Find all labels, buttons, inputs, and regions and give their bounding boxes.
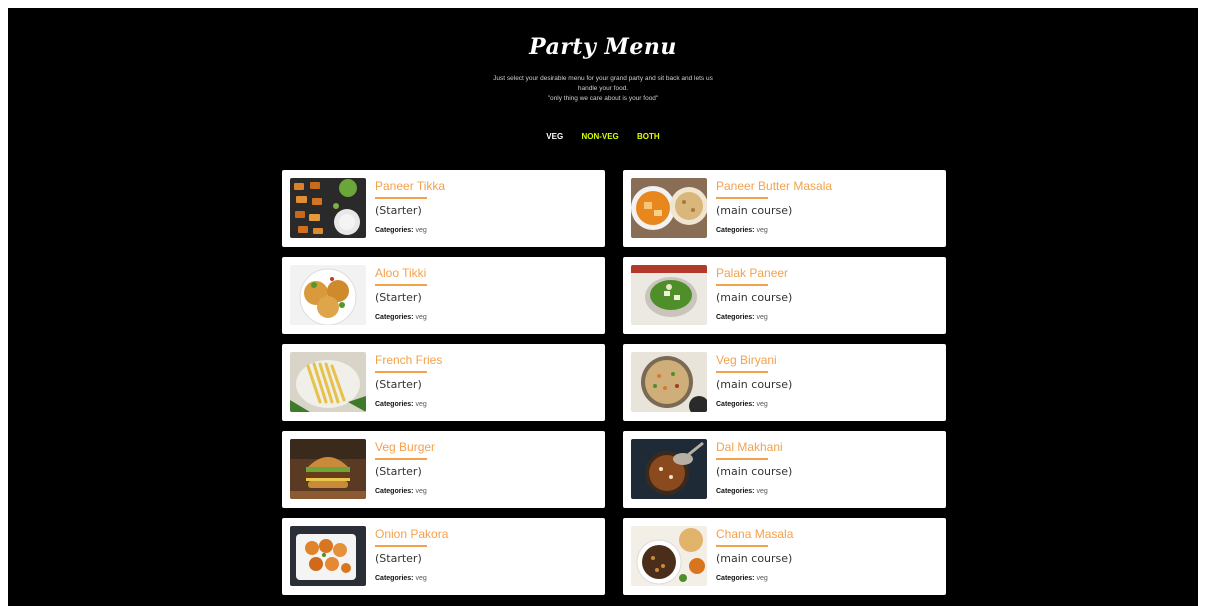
menu-card[interactable]: Chana Masala (main course) Categories: v… <box>623 518 946 595</box>
category-value: veg <box>756 401 768 408</box>
menu-card[interactable]: Dal Makhani (main course) Categories: ve… <box>623 431 946 508</box>
menu-card[interactable]: Paneer Butter Masala (main course) Categ… <box>623 170 946 247</box>
dish-course: (main course) <box>716 291 793 304</box>
page-frame: Party Menu Just select your desirable me… <box>8 8 1198 606</box>
category-value: veg <box>756 227 768 234</box>
category-value: veg <box>756 314 768 321</box>
dish-name-underline <box>716 458 768 460</box>
category-value: veg <box>415 488 427 495</box>
categories-label: Categories: <box>375 575 414 582</box>
palak-paneer-image <box>631 265 707 325</box>
menu-card[interactable]: Onion Pakora (Starter) Categories: veg <box>282 518 605 595</box>
dish-name-underline <box>375 458 427 460</box>
filter-veg[interactable]: VEG <box>546 132 563 141</box>
dish-categories: Categories: veg <box>375 575 427 582</box>
dish-name-underline <box>375 284 427 286</box>
dish-course: (main course) <box>716 204 793 217</box>
dish-name-underline <box>716 197 768 199</box>
dish-categories: Categories: veg <box>716 575 768 582</box>
menu-card[interactable]: Paneer Tikka (Starter) Categories: veg <box>282 170 605 247</box>
dish-name: Onion Pakora <box>375 527 449 541</box>
menu-card[interactable]: Palak Paneer (main course) Categories: v… <box>623 257 946 334</box>
dish-categories: Categories: veg <box>375 314 427 321</box>
dish-name: Veg Burger <box>375 440 436 454</box>
filter-both[interactable]: BOTH <box>637 132 660 141</box>
onion-pakora-image <box>290 526 366 586</box>
dish-name-underline <box>716 284 768 286</box>
menu-filter-tabs: VEG NON-VEG BOTH <box>8 132 1198 141</box>
categories-label: Categories: <box>716 575 755 582</box>
dal-makhani-image <box>631 439 707 499</box>
menu-card[interactable]: Veg Burger (Starter) Categories: veg <box>282 431 605 508</box>
dish-name: French Fries <box>375 353 443 367</box>
dish-categories: Categories: veg <box>716 227 768 234</box>
categories-label: Categories: <box>375 488 414 495</box>
dish-course: (main course) <box>716 378 793 391</box>
menu-card[interactable]: Veg Biryani (main course) Categories: ve… <box>623 344 946 421</box>
menu-card[interactable]: Aloo Tikki (Starter) Categories: veg <box>282 257 605 334</box>
dish-categories: Categories: veg <box>716 488 768 495</box>
chana-masala-image <box>631 526 707 586</box>
dish-course: (Starter) <box>375 552 422 565</box>
dish-name: Palak Paneer <box>716 266 789 280</box>
dish-course: (main course) <box>716 552 793 565</box>
dish-name-underline <box>716 371 768 373</box>
page-title: Party Menu <box>529 34 677 60</box>
dish-name-underline <box>716 545 768 547</box>
subtitle-line: "only thing we care about is your food" <box>547 95 659 102</box>
categories-label: Categories: <box>716 401 755 408</box>
french-fries-image <box>290 352 366 412</box>
category-value: veg <box>415 314 427 321</box>
categories-label: Categories: <box>375 314 414 321</box>
dish-categories: Categories: veg <box>375 401 427 408</box>
categories-label: Categories: <box>375 401 414 408</box>
dish-categories: Categories: veg <box>375 227 427 234</box>
dish-name: Paneer Tikka <box>375 179 446 193</box>
filter-non-veg[interactable]: NON-VEG <box>581 132 618 141</box>
categories-label: Categories: <box>716 227 755 234</box>
categories-label: Categories: <box>716 314 755 321</box>
dish-name: Dal Makhani <box>716 440 783 454</box>
category-value: veg <box>415 575 427 582</box>
dish-name: Veg Biryani <box>716 353 777 367</box>
dish-name: Chana Masala <box>716 527 794 541</box>
paneer-tikka-image <box>290 178 366 238</box>
category-value: veg <box>756 575 768 582</box>
dish-course: (Starter) <box>375 378 422 391</box>
subtitle-line: Just select your desirable menu for your… <box>493 75 713 82</box>
dish-name: Aloo Tikki <box>375 266 427 280</box>
dish-name-underline <box>375 197 427 199</box>
menu-card[interactable]: French Fries (Starter) Categories: veg <box>282 344 605 421</box>
dish-categories: Categories: veg <box>716 314 768 321</box>
category-value: veg <box>415 401 427 408</box>
dish-name-underline <box>375 545 427 547</box>
dish-categories: Categories: veg <box>716 401 768 408</box>
veg-biryani-image <box>631 352 707 412</box>
categories-label: Categories: <box>375 227 414 234</box>
categories-label: Categories: <box>716 488 755 495</box>
dish-name: Paneer Butter Masala <box>716 179 833 193</box>
dish-course: (Starter) <box>375 465 422 478</box>
category-value: veg <box>415 227 427 234</box>
dish-course: (Starter) <box>375 291 422 304</box>
subtitle-line: handle your food. <box>577 85 629 92</box>
dish-course: (main course) <box>716 465 793 478</box>
dish-name-underline <box>375 371 427 373</box>
veg-burger-image <box>290 439 366 499</box>
menu-grid: Paneer Tikka (Starter) Categories: veg P… <box>282 170 948 595</box>
paneer-butter-masala-image <box>631 178 707 238</box>
category-value: veg <box>756 488 768 495</box>
dish-course: (Starter) <box>375 204 422 217</box>
dish-categories: Categories: veg <box>375 488 427 495</box>
page-subtitle: Just select your desirable menu for your… <box>403 74 803 104</box>
aloo-tikki-image <box>290 265 366 325</box>
